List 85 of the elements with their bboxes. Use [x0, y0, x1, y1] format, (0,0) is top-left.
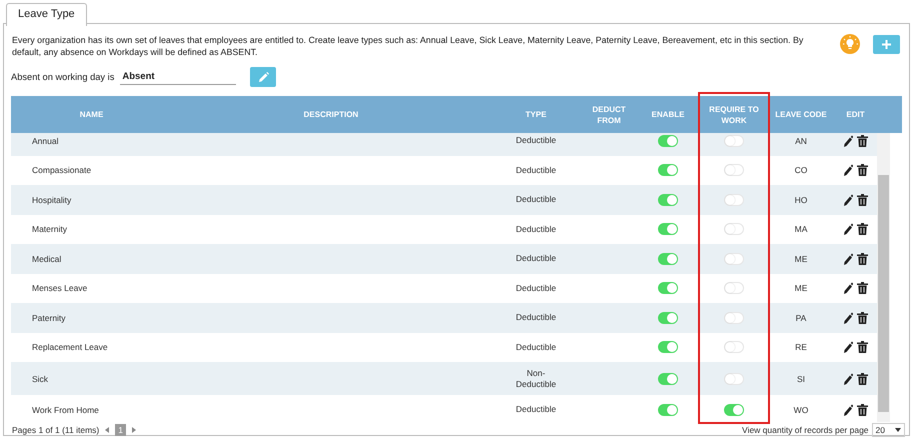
pencil-icon[interactable]	[843, 164, 853, 176]
column-header: REQUIRE TO WORK	[708, 104, 760, 126]
absent-field[interactable]: Absent	[120, 69, 236, 85]
field-label: Absent on working day is	[11, 72, 114, 82]
table-cell: Compassionate	[32, 165, 92, 176]
table-cell: Sick	[32, 374, 48, 384]
page-size-select[interactable]: 20	[872, 423, 905, 437]
column-header: DEDUCT FROM	[591, 104, 627, 126]
trash-icon[interactable]	[857, 194, 868, 206]
column-header: EDIT	[845, 109, 866, 121]
table-cell: RE	[795, 342, 807, 352]
pencil-icon[interactable]	[843, 341, 853, 354]
pencil-icon[interactable]	[843, 404, 853, 416]
trash-icon[interactable]	[857, 312, 868, 324]
prev-page-icon[interactable]	[105, 427, 110, 433]
trash-icon[interactable]	[857, 134, 868, 147]
pencil-icon	[258, 72, 269, 82]
pencil-icon[interactable]	[843, 312, 853, 324]
page-size-label: View quantity of records per page	[742, 425, 869, 435]
pencil-icon[interactable]	[843, 372, 853, 384]
table-cell: HO	[794, 194, 808, 205]
table-cell: MA	[794, 224, 808, 234]
pencil-icon[interactable]	[843, 223, 853, 236]
table-cell: Deductible	[516, 342, 556, 353]
table-cell: Deductible	[516, 404, 556, 416]
table-cell: ME	[794, 283, 808, 294]
table-cell: ME	[794, 254, 808, 264]
table-cell: Deductible	[516, 164, 556, 176]
trash-icon[interactable]	[857, 282, 868, 294]
table-cell: PA	[796, 312, 806, 323]
toggle-switch[interactable]	[724, 404, 744, 416]
table-cell: Deductible	[516, 253, 556, 264]
add-button[interactable]	[873, 34, 900, 54]
table-cell: Non- Deductible	[516, 368, 556, 390]
next-page-icon[interactable]	[132, 427, 136, 433]
tab[interactable]: Leave Type	[6, 3, 87, 26]
pager-summary: Pages 1 of 1 (11 items)	[12, 425, 100, 435]
toggle-switch[interactable]	[658, 312, 678, 324]
toggle-switch[interactable]	[658, 194, 678, 206]
table-cell: Annual	[32, 136, 58, 146]
column-header: DESCRIPTION	[302, 109, 360, 121]
intro-text: Every organization has its own set of leaves that employees are entitled to. Create leave types such as: Annual Leave, Sick Leave, Maternity Leave, Paternity Leave, Bereavement, etc in this section. By default, any absence on Workdays will be defined as ABSENT.	[11, 34, 804, 58]
edit-button[interactable]	[250, 67, 276, 87]
trash-icon[interactable]	[857, 164, 868, 176]
toggle-switch[interactable]	[658, 252, 678, 265]
pencil-icon[interactable]	[843, 194, 853, 206]
toggle-switch[interactable]	[658, 282, 678, 294]
caret-icon	[895, 428, 901, 432]
pencil-icon[interactable]	[843, 134, 853, 147]
scrollbar[interactable]	[877, 133, 890, 422]
toggle-switch[interactable]	[658, 164, 678, 176]
table-cell: Deductible	[516, 135, 556, 146]
table-cell: Hospitality	[32, 194, 72, 205]
trash-icon[interactable]	[857, 372, 868, 384]
pencil-icon[interactable]	[843, 282, 853, 294]
table-cell: Deductible	[516, 194, 556, 206]
trash-icon[interactable]	[857, 223, 868, 236]
table-cell: WO	[794, 404, 808, 415]
trash-icon[interactable]	[857, 404, 868, 416]
table-cell: CO	[794, 165, 808, 176]
table-cell: Deductible	[516, 224, 556, 235]
column-header: NAME	[78, 109, 104, 121]
toggle-switch[interactable]	[658, 372, 678, 384]
toggle-switch[interactable]	[658, 404, 678, 416]
table-cell: Deductible	[516, 282, 556, 294]
column-header: LEAVE CODE	[774, 109, 828, 121]
trash-icon[interactable]	[857, 341, 868, 354]
table-cell: Replacement Leave	[32, 342, 108, 352]
toggle-switch[interactable]	[658, 341, 678, 354]
column-header: TYPE	[524, 109, 548, 121]
column-header: ENABLE	[650, 109, 686, 121]
toggle-switch[interactable]	[658, 223, 678, 236]
table-cell: AN	[795, 136, 807, 146]
table-cell: Menses Leave	[32, 283, 88, 294]
table-cell: Medical	[32, 254, 62, 264]
lightbulb-icon[interactable]	[840, 34, 860, 54]
pencil-icon[interactable]	[843, 252, 853, 265]
table-cell: Paternity	[32, 312, 66, 323]
trash-icon[interactable]	[857, 252, 868, 265]
table-cell: Work From Home	[32, 404, 99, 415]
toggle-switch[interactable]	[658, 134, 678, 147]
table-cell: SI	[796, 374, 806, 384]
table-cell: Maternity	[32, 224, 67, 234]
table-cell: Deductible	[516, 312, 556, 324]
plus-icon	[882, 40, 891, 48]
